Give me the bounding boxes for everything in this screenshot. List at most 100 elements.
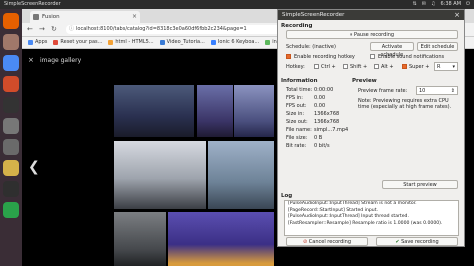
bookmark-label: Ionic 6 Keyboa...	[217, 39, 260, 45]
enable-sound-checkbox[interactable]	[370, 54, 375, 59]
preview-section-header: Preview	[352, 78, 377, 84]
preview-rate-label: Preview frame rate:	[358, 88, 408, 94]
bookmark-favicon	[159, 40, 165, 45]
close-tab-icon[interactable]: ×	[132, 11, 137, 23]
bookmark-label: html - HTML5...	[115, 39, 154, 45]
bookmark-item[interactable]: Reset your pas...	[53, 37, 102, 48]
screenshot-icon[interactable]	[3, 202, 19, 218]
info-key: Size in:	[286, 111, 305, 117]
system-top-bar: SimpleScreenRecorder ⇅ ✉ ♫ 6:38 AM ⏻	[0, 0, 474, 9]
ctrl-label: Ctrl +	[321, 64, 336, 70]
active-window-title: SimpleScreenRecorder	[4, 1, 61, 7]
information-section-header: Information	[281, 78, 318, 84]
alt-checkbox[interactable]	[374, 64, 379, 69]
pause-recording-button[interactable]: ⏸ Pause recording	[286, 30, 458, 39]
system-tray[interactable]: ⇅ ✉ ♫ 6:38 AM ⏻	[413, 0, 470, 9]
info-key: Total time:	[286, 87, 313, 93]
back-icon[interactable]: ←	[27, 25, 33, 34]
info-value: 0 B	[314, 135, 323, 141]
close-window-icon[interactable]: ×	[454, 10, 460, 20]
firefox-icon[interactable]	[3, 13, 19, 29]
info-key: FPS in:	[286, 95, 303, 101]
cancel-icon: ⊘	[302, 239, 308, 245]
start-preview-button[interactable]: Start preview	[382, 180, 458, 189]
gallery-image-sunset[interactable]	[168, 212, 274, 266]
bookmark-item[interactable]: html - HTML5...	[108, 37, 154, 48]
bookmark-label: Apps	[35, 39, 48, 45]
gallery-image-mushroom[interactable]	[114, 141, 206, 209]
shift-checkbox[interactable]	[343, 64, 348, 69]
close-icon[interactable]: ×	[28, 56, 34, 64]
sound-icon[interactable]: ♫	[431, 0, 435, 9]
gallery-image-lake[interactable]	[208, 141, 274, 209]
bookmark-favicon	[53, 40, 59, 45]
log-line: [FastResampler::Resample] Resample ratio…	[288, 220, 443, 226]
recording-section-header: Recording	[281, 23, 313, 29]
info-value: 1366x768	[314, 119, 340, 125]
ctrl-checkbox[interactable]	[314, 64, 319, 69]
enable-hotkey-label: Enable recording hotkey	[294, 54, 355, 60]
log-textarea[interactable]: [PulseAudioInput::InputThread] Stream is…	[284, 200, 459, 236]
pause-icon: ⏸	[349, 32, 353, 38]
network-icon[interactable]: ⇅	[413, 0, 417, 9]
edit-schedule-button[interactable]: Edit schedule	[417, 42, 458, 51]
window-title: SimpleScreenRecorder	[282, 12, 345, 18]
hotkey-label: Hotkey:	[286, 64, 305, 70]
schedule-status: Schedule: (inactive)	[286, 44, 336, 50]
info-key: FPS out:	[286, 103, 307, 109]
info-value: 1366x768	[314, 111, 340, 117]
text-editor-icon[interactable]	[3, 139, 19, 155]
simplescreenrecorder-window: SimpleScreenRecorder × Recording ⏸ Pause…	[277, 9, 465, 247]
gallery-title: image gallery	[40, 57, 82, 64]
bookmark-favicon	[108, 40, 114, 45]
info-key: File name:	[286, 127, 312, 133]
folder-icon[interactable]	[3, 160, 19, 176]
power-icon[interactable]: ⏻	[466, 0, 470, 9]
info-value: 0.00	[314, 95, 326, 101]
preview-note: Note: Previewing requires extra CPU time…	[358, 98, 452, 110]
info-value: 0:00:00	[314, 87, 334, 93]
info-icon: ⓘ	[69, 26, 75, 32]
super-label: Super +	[409, 64, 430, 70]
prev-arrow-icon[interactable]: ❮	[28, 159, 40, 175]
info-key: Size out:	[286, 119, 308, 125]
launcher	[0, 9, 22, 266]
chrome-icon[interactable]	[3, 55, 19, 71]
gallery-image-person[interactable]	[114, 212, 166, 266]
bookmark-item[interactable]: Ionic 6 Keyboa...	[210, 37, 260, 48]
bookmark-item[interactable]: Video_Tutoria...	[159, 37, 205, 48]
terminal-icon[interactable]	[3, 181, 19, 197]
bookmark-favicon	[210, 40, 216, 45]
tab-fusion[interactable]: Fusion ×	[30, 11, 140, 23]
files-icon[interactable]	[3, 34, 19, 50]
clock[interactable]: 6:38 AM	[440, 0, 461, 9]
save-recording-button[interactable]: ✔ Save recording	[376, 237, 458, 246]
tab-title: Fusion	[42, 14, 60, 20]
info-key: File size:	[286, 135, 308, 141]
super-checkbox[interactable]	[402, 64, 407, 69]
gallery-image-tree-purple[interactable]	[197, 85, 233, 137]
bookmark-label: Reset your pas...	[60, 39, 103, 45]
info-value: 0.00	[314, 103, 326, 109]
gallery-image-tree-blue[interactable]	[234, 85, 274, 137]
save-icon: ✔	[395, 239, 400, 245]
bookmark-item[interactable]: Apps	[28, 37, 47, 48]
bookmark-label: Video_Tutoria...	[166, 39, 205, 45]
preview-rate-spinbox[interactable]: 10 ⇕	[416, 86, 458, 95]
hotkey-key-select[interactable]: R ▾	[434, 62, 458, 71]
activate-schedule-button[interactable]: Activate schedule	[370, 42, 414, 58]
cancel-recording-button[interactable]: ⊘ Cancel recording	[286, 237, 368, 246]
gallery-image-mountains[interactable]	[114, 85, 194, 137]
enable-hotkey-checkbox[interactable]	[286, 54, 291, 59]
url-text: localhost:8100/tabs/catalog?id=8318c3e0a…	[76, 26, 247, 32]
reload-icon[interactable]: ↻	[51, 25, 57, 34]
chevron-down-icon: ▾	[452, 64, 455, 70]
amazon-icon[interactable]	[3, 97, 19, 113]
software-icon[interactable]	[3, 76, 19, 92]
mail-icon[interactable]: ✉	[422, 0, 426, 9]
info-value: simpl...7.mp4	[314, 127, 349, 133]
forward-icon[interactable]: →	[39, 25, 45, 34]
shift-label: Shift +	[350, 64, 368, 70]
window-title-bar: SimpleScreenRecorder ×	[278, 10, 464, 20]
settings-icon[interactable]	[3, 118, 19, 134]
